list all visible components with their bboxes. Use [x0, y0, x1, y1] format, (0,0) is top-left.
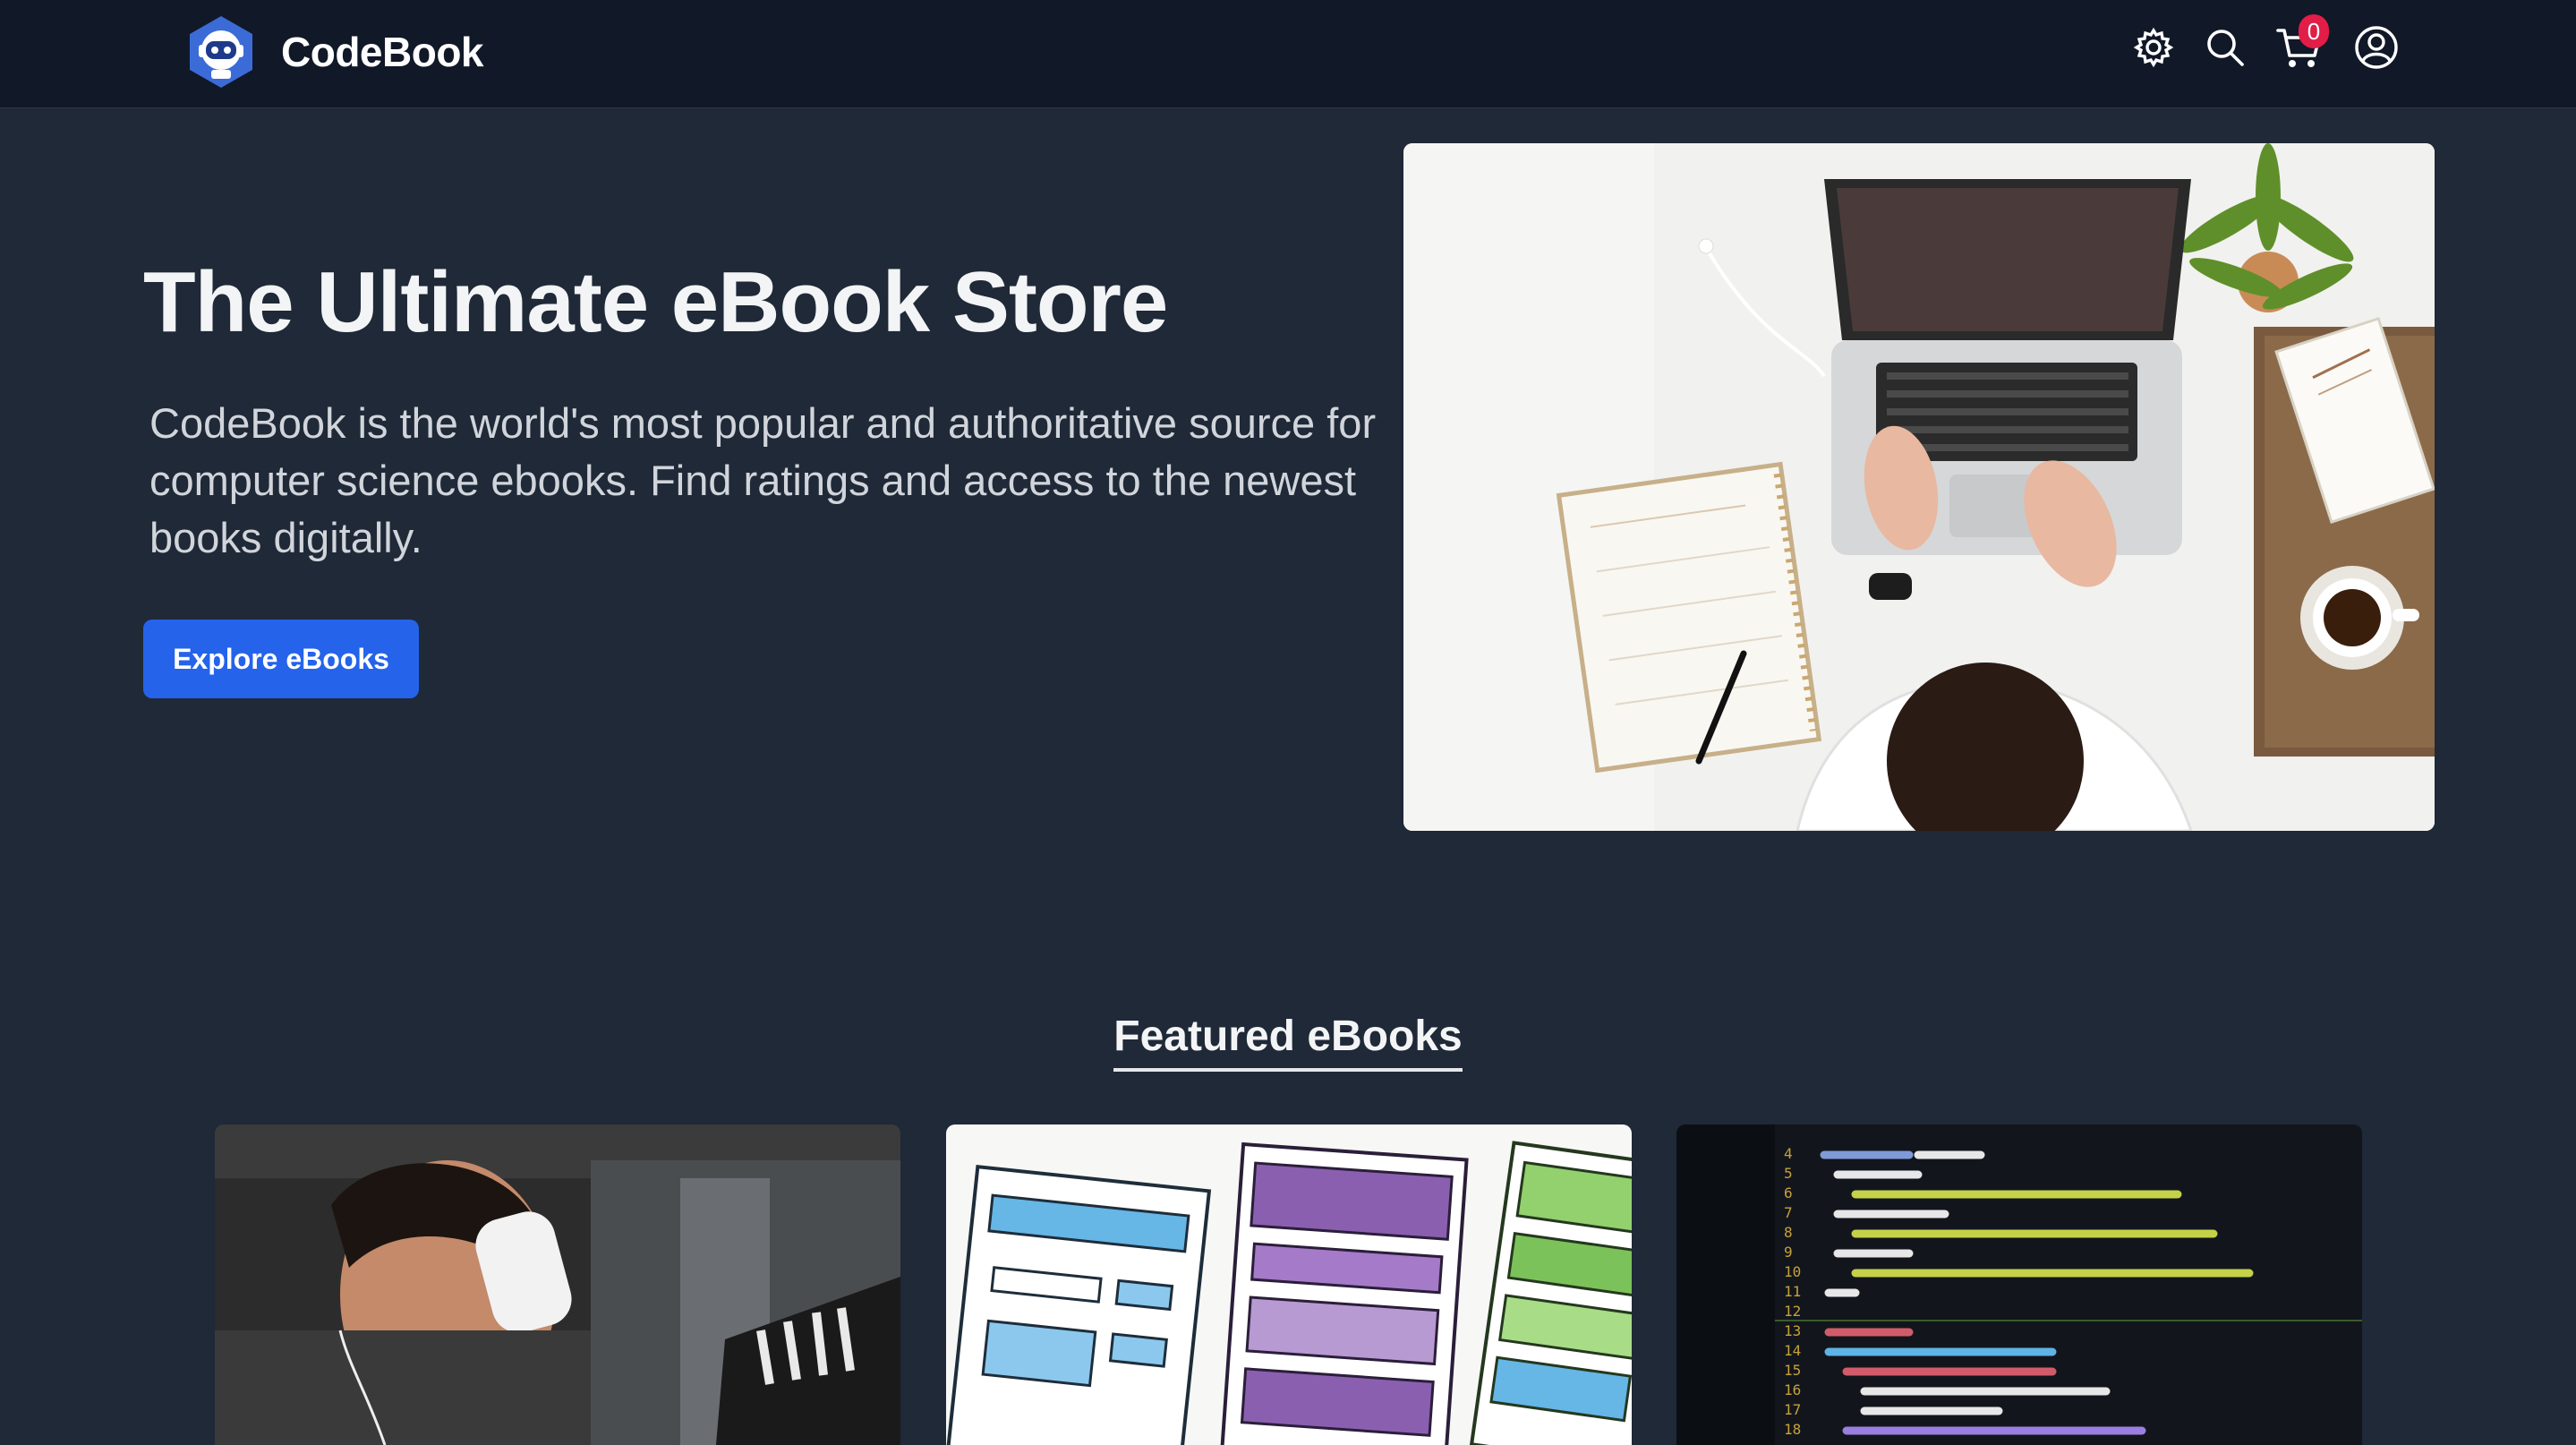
user-icon[interactable] [2354, 25, 2399, 70]
gear-icon[interactable] [2132, 26, 2175, 69]
featured-card[interactable] [215, 1124, 900, 1445]
svg-text:13: 13 [1784, 1322, 1801, 1339]
featured-title-wrapper: Featured eBooks [0, 1012, 2576, 1072]
svg-text:7: 7 [1784, 1204, 1793, 1221]
nav-actions: 0 [2132, 14, 2399, 72]
svg-text:15: 15 [1784, 1362, 1801, 1379]
brand-name: CodeBook [281, 29, 484, 75]
navbar: CodeBook 0 [0, 0, 2576, 108]
svg-text:9: 9 [1784, 1244, 1793, 1261]
svg-text:11: 11 [1784, 1283, 1801, 1300]
featured-card[interactable]: 4 5 6 7 8 9 10 11 12 13 14 15 16 17 18 [1676, 1124, 2362, 1445]
hero-image [1403, 143, 2435, 831]
svg-text:16: 16 [1784, 1381, 1801, 1398]
cart-button[interactable]: 0 [2275, 14, 2329, 72]
featured-card[interactable] [946, 1124, 1632, 1445]
svg-text:18: 18 [1784, 1421, 1801, 1438]
card-image-developer [215, 1124, 900, 1445]
svg-text:5: 5 [1784, 1165, 1793, 1182]
svg-text:6: 6 [1784, 1184, 1793, 1201]
brand-link[interactable]: CodeBook [186, 14, 484, 90]
hero-description: CodeBook is the world's most popular and… [149, 399, 1377, 561]
svg-text:12: 12 [1784, 1303, 1801, 1320]
logo-icon [190, 16, 252, 88]
svg-text:17: 17 [1784, 1401, 1801, 1418]
card-image-wireframes [946, 1124, 1632, 1445]
featured-title: Featured eBooks [1113, 1012, 1463, 1072]
svg-text:4: 4 [1784, 1145, 1793, 1162]
search-icon[interactable] [2204, 26, 2247, 69]
cart-count-badge: 0 [2299, 14, 2329, 48]
card-image-code: 4 5 6 7 8 9 10 11 12 13 14 15 16 17 18 [1676, 1124, 2362, 1445]
svg-text:14: 14 [1784, 1342, 1801, 1359]
svg-text:10: 10 [1784, 1263, 1801, 1280]
svg-text:8: 8 [1784, 1224, 1793, 1241]
hero-title: The Ultimate eBook Store [143, 254, 1168, 350]
explore-ebooks-button[interactable]: Explore eBooks [143, 620, 419, 698]
